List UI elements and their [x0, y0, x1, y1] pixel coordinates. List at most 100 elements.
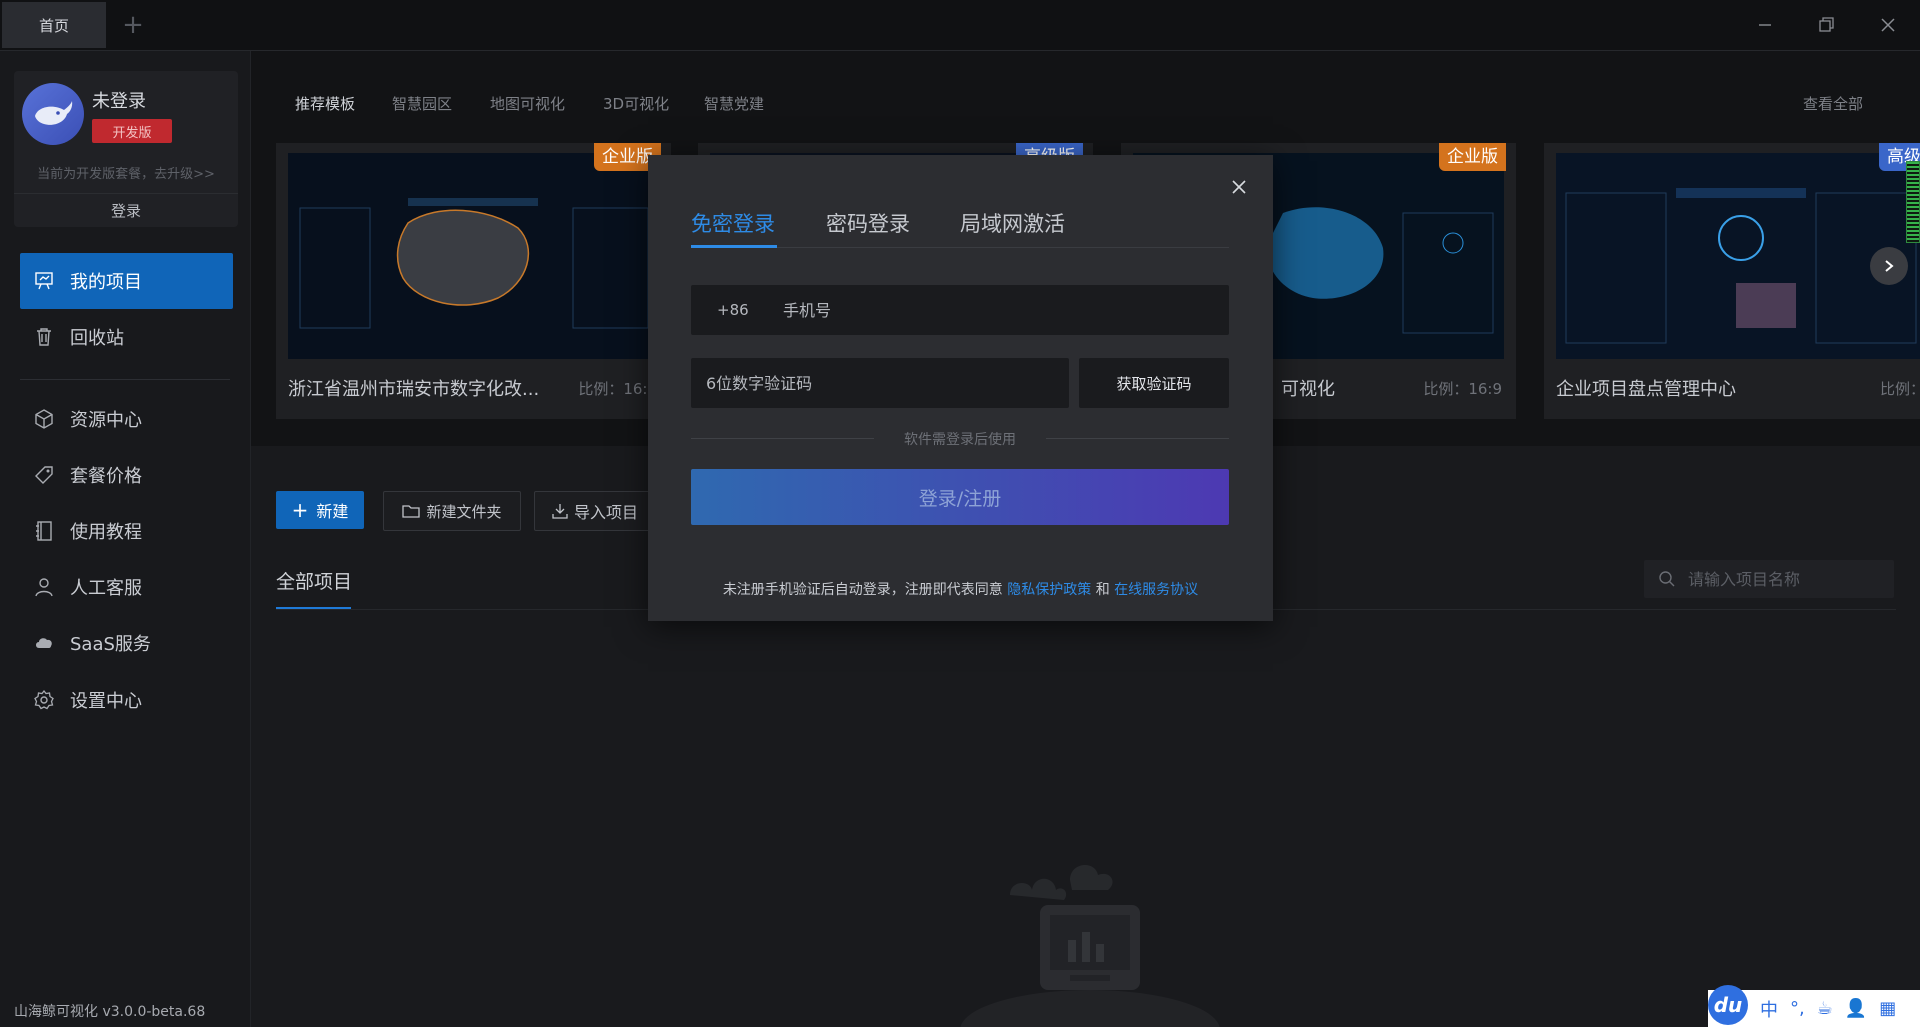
sidebar-item-label: 人工客服: [70, 578, 142, 599]
sidebar-item-tutorial[interactable]: 使用教程: [20, 503, 233, 559]
dialog-close-button[interactable]: [1227, 175, 1251, 199]
restore-button[interactable]: [1810, 8, 1844, 42]
import-project-label: 导入项目: [573, 503, 638, 522]
hint-text: 软件需登录后使用: [904, 432, 1016, 448]
privacy-policy-link[interactable]: 隐私保护政策: [1007, 582, 1091, 598]
template-thumbnail: [288, 153, 659, 359]
verification-code-field[interactable]: [691, 358, 1069, 408]
login-hint: 软件需登录后使用: [691, 429, 1229, 449]
avatar[interactable]: [22, 83, 84, 145]
template-ratio: 比例：16:9: [1423, 380, 1502, 398]
gear-icon: [32, 688, 56, 712]
plus-icon: +: [291, 498, 309, 522]
download-icon: [552, 504, 568, 519]
project-search-input[interactable]: [1686, 568, 1890, 590]
folder-icon: [402, 505, 421, 518]
category-map[interactable]: 地图可视化: [490, 93, 565, 114]
sidebar-item-label: 套餐价格: [70, 466, 142, 487]
whale-logo-icon: [35, 101, 73, 125]
user-icon: [32, 575, 56, 599]
trash-icon: [32, 325, 56, 349]
price-tag-icon: [32, 463, 56, 487]
new-folder-label: 新建文件夹: [426, 502, 502, 521]
next-templates-button[interactable]: [1870, 247, 1908, 285]
sidebar-item-support[interactable]: 人工客服: [20, 559, 233, 615]
new-folder-button[interactable]: 新建文件夹: [383, 491, 521, 531]
ime-language-toggle[interactable]: 中: [1760, 996, 1778, 1022]
minimize-icon: [1759, 24, 1771, 26]
project-search[interactable]: [1644, 560, 1894, 598]
close-icon: [1232, 180, 1246, 194]
keyboard-icon[interactable]: ☕: [1817, 998, 1833, 1019]
restore-icon: [1819, 17, 1834, 32]
sidebar-item-resources[interactable]: 资源中心: [20, 391, 233, 447]
template-title: 可视化: [1281, 379, 1335, 400]
section-title-all-projects[interactable]: 全部项目: [276, 567, 352, 594]
ime-logo[interactable]: du: [1708, 984, 1748, 1025]
service-agreement-link[interactable]: 在线服务协议: [1114, 582, 1198, 598]
sidebar-item-my-projects[interactable]: 我的项目: [20, 253, 233, 309]
cube-icon: [32, 407, 56, 431]
category-3d[interactable]: 3D可视化: [603, 93, 669, 114]
active-tab-underline: [691, 245, 777, 248]
grid-menu-icon[interactable]: ▦: [1879, 998, 1896, 1019]
agreement-text: 未注册手机验证后自动登录，注册即代表同意: [722, 582, 1003, 598]
close-window-button[interactable]: [1871, 8, 1905, 42]
close-icon: [1881, 18, 1895, 32]
minimize-button[interactable]: [1748, 8, 1782, 42]
sidebar-item-label: 回收站: [70, 328, 124, 349]
phone-input[interactable]: [781, 299, 1205, 321]
agreement-and: 和: [1095, 582, 1110, 598]
app-version: 山海鲸可视化 v3.0.0-beta.68: [14, 1004, 206, 1020]
edition-badge: 企业版: [1439, 143, 1506, 171]
sidebar-item-label: 使用教程: [70, 522, 142, 543]
search-icon: [1659, 571, 1675, 587]
sidebar-item-settings[interactable]: 设置中心: [20, 672, 233, 728]
sidebar-item-label: 资源中心: [70, 410, 142, 431]
tab-lan-activation[interactable]: 局域网激活: [960, 208, 1065, 238]
cloud-icon: [32, 631, 56, 655]
sidebar-item-pricing[interactable]: 套餐价格: [20, 447, 233, 503]
template-ratio: 比例：16:9: [578, 380, 657, 398]
template-card[interactable]: 高级 企业项目盘点管理中心 比例：: [1544, 143, 1920, 419]
view-all-link[interactable]: 查看全部: [1803, 93, 1863, 114]
sidebar-item-recycle-bin[interactable]: 回收站: [20, 309, 233, 365]
upgrade-link[interactable]: 当前为开发版套餐，去升级>>: [14, 163, 238, 182]
template-card[interactable]: 企业版 浙江省温州市瑞安市数字化改... 比例：16:9: [276, 143, 671, 419]
verification-code-input[interactable]: [704, 372, 1058, 394]
country-code[interactable]: +86: [717, 301, 781, 319]
phone-field[interactable]: +86: [691, 285, 1229, 335]
import-project-button[interactable]: 导入项目: [534, 491, 656, 531]
ime-toolbar: du 中 °, ☕ 👤 ▦: [1708, 984, 1920, 1027]
new-project-label: 新建: [316, 502, 349, 521]
login-register-button[interactable]: 登录/注册: [691, 469, 1229, 525]
new-project-button[interactable]: + 新建: [276, 491, 364, 529]
login-link[interactable]: 登录: [14, 193, 238, 228]
sidebar: 未登录 开发版 当前为开发版套餐，去升级>> 登录 我的项目 回收站 资源中心 …: [0, 51, 251, 1027]
tab-home[interactable]: 首页: [2, 2, 106, 48]
tab-password-login[interactable]: 密码登录: [826, 208, 910, 238]
template-title: 企业项目盘点管理中心: [1556, 379, 1736, 400]
tab-sms-login[interactable]: 免密登录: [691, 208, 775, 238]
template-thumbnail: [1556, 153, 1920, 359]
empty-state-illustration: [960, 864, 1220, 1027]
hint-line-right: [1046, 438, 1229, 439]
sidebar-divider: [20, 379, 230, 380]
plan-badge: 开发版: [92, 119, 172, 143]
user-card: 未登录 开发版 当前为开发版套餐，去升级>> 登录: [14, 71, 238, 227]
category-recommended[interactable]: 推荐模板: [295, 93, 355, 114]
add-tab-button[interactable]: +: [118, 10, 148, 40]
sidebar-item-saas[interactable]: SaaS服务: [20, 615, 233, 671]
template-title: 浙江省温州市瑞安市数字化改...: [288, 379, 540, 400]
user-icon[interactable]: 👤: [1845, 998, 1867, 1019]
category-smart-park[interactable]: 智慧园区: [392, 93, 452, 114]
agreement-notice: 未注册手机验证后自动登录，注册即代表同意 隐私保护政策 和 在线服务协议: [648, 579, 1273, 599]
user-name: 未登录: [92, 91, 146, 112]
book-icon: [32, 519, 56, 543]
presentation-icon: [32, 269, 56, 293]
sidebar-item-label: 设置中心: [70, 691, 142, 712]
sidebar-item-label: 我的项目: [70, 272, 142, 293]
get-code-button[interactable]: 获取验证码: [1079, 358, 1229, 408]
punctuation-icon[interactable]: °,: [1790, 998, 1805, 1019]
category-party-building[interactable]: 智慧党建: [704, 93, 764, 114]
